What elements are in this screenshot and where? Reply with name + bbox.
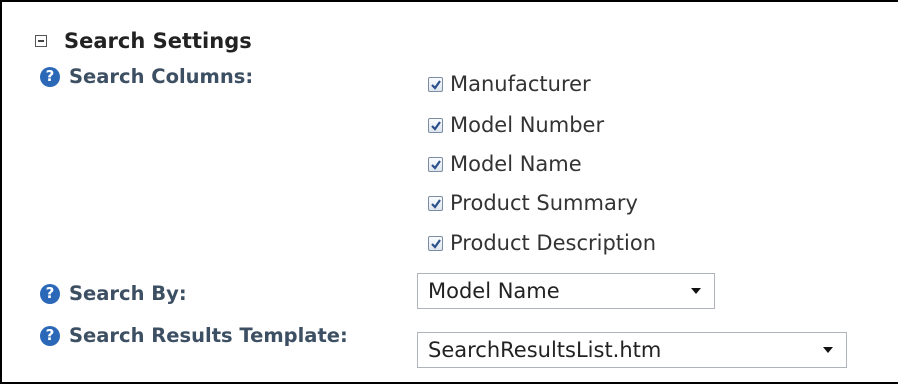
checkbox-label: Product Description bbox=[450, 231, 657, 255]
search-results-template-label-text: Search Results Template: bbox=[69, 324, 348, 347]
checkbox-label: Model Number bbox=[450, 113, 605, 137]
search-by-label: ? Search By: bbox=[40, 282, 187, 305]
collapse-minus-icon[interactable] bbox=[35, 35, 47, 47]
help-icon[interactable]: ? bbox=[40, 283, 60, 304]
search-results-template-label: ? Search Results Template: bbox=[40, 324, 348, 347]
checkmark-icon bbox=[431, 159, 441, 170]
checkbox-product-description[interactable]: Product Description bbox=[428, 231, 656, 255]
checkbox[interactable] bbox=[428, 235, 443, 251]
search-columns-label: ? Search Columns: bbox=[40, 65, 253, 88]
checkbox[interactable] bbox=[428, 117, 443, 133]
chevron-down-icon[interactable] bbox=[823, 347, 833, 353]
settings-panel: Search Settings ? Search Columns: Manufa… bbox=[0, 0, 898, 384]
checkbox-label: Manufacturer bbox=[450, 72, 591, 96]
checkmark-icon bbox=[431, 79, 441, 90]
search-by-label-text: Search By: bbox=[69, 282, 187, 305]
search-by-value: Model Name bbox=[428, 279, 560, 303]
checkbox-manufacturer[interactable]: Manufacturer bbox=[428, 72, 591, 96]
checkbox-label: Model Name bbox=[450, 152, 582, 176]
search-columns-label-text: Search Columns: bbox=[69, 65, 254, 88]
checkmark-icon bbox=[431, 120, 441, 131]
help-icon[interactable]: ? bbox=[40, 66, 60, 87]
checkbox[interactable] bbox=[428, 195, 443, 211]
search-results-template-value: SearchResultsList.htm bbox=[428, 338, 662, 362]
checkbox-label: Product Summary bbox=[450, 191, 638, 215]
search-results-template-select[interactable]: SearchResultsList.htm bbox=[417, 332, 847, 368]
section-title: Search Settings bbox=[64, 29, 252, 53]
chevron-down-icon[interactable] bbox=[691, 288, 701, 294]
checkbox-model-number[interactable]: Model Number bbox=[428, 113, 604, 137]
search-by-select[interactable]: Model Name bbox=[417, 273, 715, 309]
help-icon[interactable]: ? bbox=[40, 325, 60, 346]
checkbox[interactable] bbox=[428, 76, 443, 92]
checkbox-model-name[interactable]: Model Name bbox=[428, 152, 582, 176]
checkmark-icon bbox=[431, 238, 441, 249]
checkmark-icon bbox=[431, 198, 441, 209]
checkbox[interactable] bbox=[428, 156, 443, 172]
section-header[interactable]: Search Settings bbox=[35, 29, 252, 53]
checkbox-product-summary[interactable]: Product Summary bbox=[428, 191, 638, 215]
